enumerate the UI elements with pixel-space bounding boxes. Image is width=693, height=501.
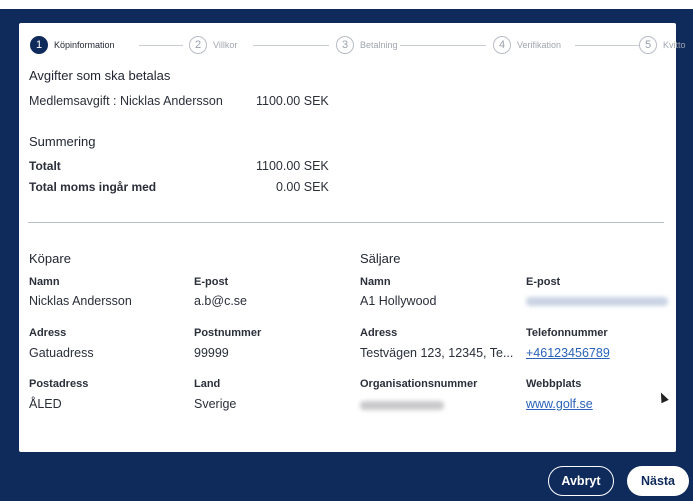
step-villkor: 2 Villkor	[189, 36, 237, 54]
seller-org-redacted	[360, 401, 444, 410]
next-button[interactable]: Nästa	[627, 466, 689, 496]
fees-heading: Avgifter som ska betalas	[29, 68, 171, 83]
section-divider	[28, 222, 664, 223]
seller-name: A1 Hollywood	[360, 294, 437, 308]
purchase-dialog: 1 Köpinformation 2 Villkor 3 Betalning 4…	[19, 23, 686, 452]
buyer-country: Sverige	[194, 397, 237, 411]
buyer-city: ÅLED	[29, 397, 62, 411]
seller-org-label: Organisationsnummer	[360, 378, 478, 390]
step-betalning: 3 Betalning	[336, 36, 398, 54]
seller-email-redacted	[526, 297, 668, 306]
step-number: 2	[189, 36, 207, 54]
buyer-city-label: Postadress	[29, 378, 89, 390]
buyer-address-label: Adress	[29, 327, 67, 339]
progress-stepper: 1 Köpinformation 2 Villkor 3 Betalning 4…	[30, 36, 686, 56]
step-number: 3	[336, 36, 354, 54]
step-number: 5	[639, 36, 657, 54]
buyer-heading: Köpare	[29, 251, 71, 266]
buyer-country-label: Land	[194, 378, 221, 390]
step-kopinformation: 1 Köpinformation	[30, 36, 115, 54]
step-connector	[139, 45, 183, 46]
buyer-email-label: E-post	[194, 276, 229, 288]
seller-website-link[interactable]: www.golf.se	[526, 397, 593, 411]
step-label: Kvitto	[663, 40, 686, 50]
total-label: Totalt	[29, 159, 61, 173]
seller-website-label: Webbplats	[526, 378, 582, 390]
seller-email-label: E-post	[526, 276, 561, 288]
buyer-name: Nicklas Andersson	[29, 294, 132, 308]
vat-label: Total moms ingår med	[29, 180, 157, 194]
step-number: 4	[493, 36, 511, 54]
step-label: Verifikation	[517, 40, 562, 50]
step-number: 1	[30, 36, 48, 54]
seller-address-label: Adress	[360, 327, 398, 339]
seller-heading: Säljare	[360, 251, 401, 266]
step-label: Betalning	[360, 40, 398, 50]
buyer-email: a.b@c.se	[194, 294, 247, 308]
buyer-postal-code: 99999	[194, 346, 229, 360]
buyer-postal-code-label: Postnummer	[194, 327, 262, 339]
fee-item-label: Medlemsavgift : Nicklas Andersson	[29, 94, 223, 108]
seller-address: Testvägen 123, 12345, Te...	[360, 346, 514, 360]
step-label: Villkor	[213, 40, 238, 50]
step-kvitto: 5 Kvitto	[639, 36, 686, 54]
step-verifikation: 4 Verifikation	[493, 36, 561, 54]
seller-phone-link[interactable]: +46123456789	[526, 346, 610, 360]
summary-heading: Summering	[29, 134, 96, 149]
step-label: Köpinformation	[54, 40, 115, 50]
cancel-button[interactable]: Avbryt	[548, 466, 614, 496]
step-connector	[400, 45, 486, 46]
fee-item-amount: 1100.00 SEK	[256, 94, 329, 108]
seller-phone-label: Telefonnummer	[526, 327, 608, 339]
vat-amount: 0.00 SEK	[276, 180, 329, 194]
background-window-edge	[0, 0, 693, 9]
step-connector	[575, 45, 639, 46]
step-connector	[253, 45, 329, 46]
buyer-name-label: Namn	[29, 276, 60, 288]
total-amount: 1100.00 SEK	[256, 159, 329, 173]
buyer-address: Gatuadress	[29, 346, 94, 360]
seller-name-label: Namn	[360, 276, 391, 288]
